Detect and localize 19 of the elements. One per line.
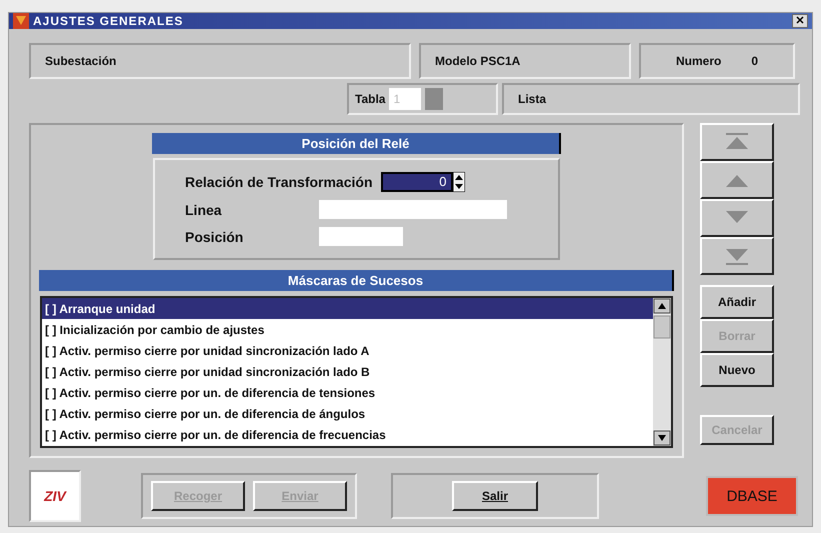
substation-label: Subestación [45,54,116,68]
model-label: Modelo PSC1A [435,54,520,68]
side-button[interactable]: Añadir [700,285,774,319]
position-label: Posición [185,228,244,245]
logo-text: ZIV [44,488,66,504]
relay-position-header: Posición del Relé [152,133,561,154]
number-value: 0 [751,54,758,68]
ratio-field[interactable]: 0 [380,172,452,192]
exit-button[interactable]: Salir [452,481,538,511]
window-title: AJUSTES GENERALES [33,14,184,28]
list-label: Lista [518,92,546,106]
list-item[interactable]: [ ] Arranque unidad [42,298,653,319]
table-label: Tabla [355,92,386,106]
dbase-button[interactable]: DBASE [706,476,798,516]
event-masks-header: Máscaras de Sucesos [39,270,674,291]
ratio-label: Relación de Transformación [185,174,372,190]
line-label: Linea [185,202,223,218]
number-label: Numero [676,54,722,68]
side-button[interactable]: Nuevo [700,353,774,387]
